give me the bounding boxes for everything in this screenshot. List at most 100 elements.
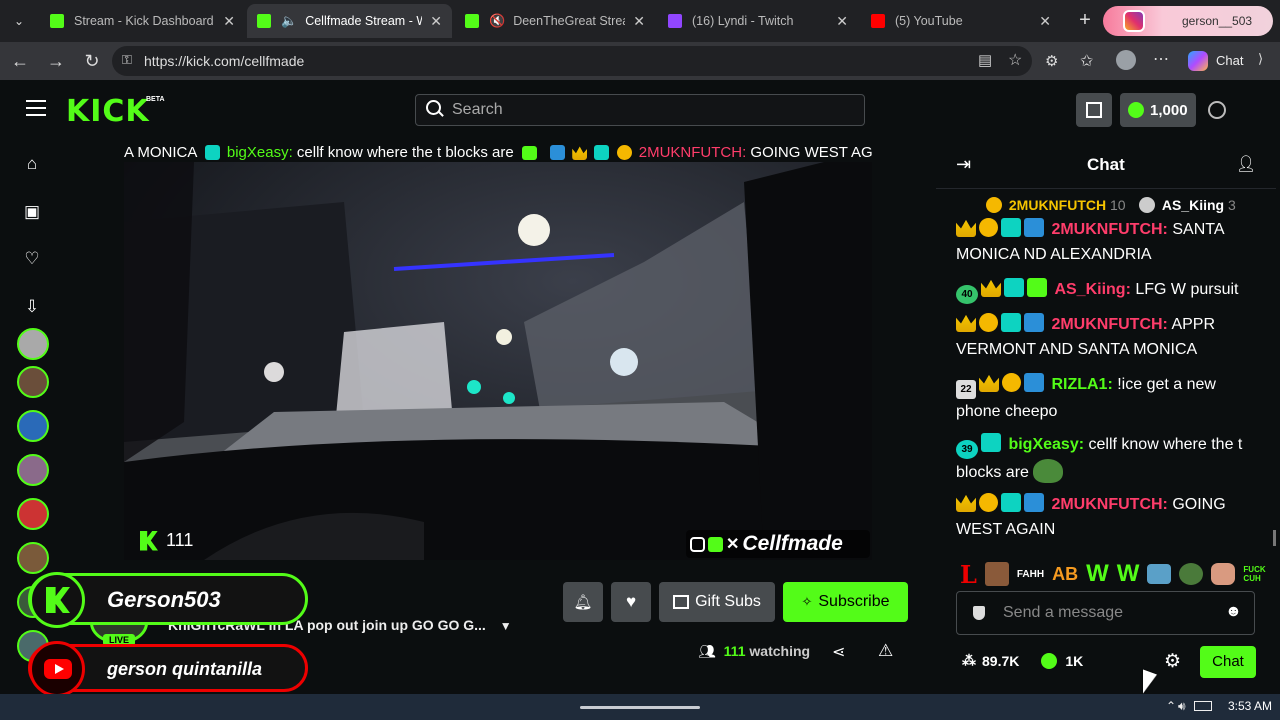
close-icon[interactable]: ✕ <box>223 13 235 30</box>
close-icon[interactable]: ✕ <box>430 13 442 30</box>
tab-title: (16) Lyndi - Twitch <box>692 14 794 28</box>
emote-fuck-cuh[interactable]: FUCK CUH <box>1243 565 1267 583</box>
tab-cellfmade[interactable]: 🔈 Cellfmade Stream - Wa ✕ <box>247 4 452 38</box>
battery-icon[interactable] <box>1194 701 1212 711</box>
kick-logo[interactable]: KICK BETA <box>66 94 165 129</box>
user-menu-icon[interactable] <box>1208 101 1226 119</box>
volume-icon[interactable]: 🔊︎ <box>1178 699 1186 714</box>
emote-fahh[interactable]: FAHH <box>1017 569 1044 580</box>
followed-channel-avatar[interactable] <box>17 454 49 486</box>
sub-badge-icon <box>1004 278 1024 297</box>
chat-username[interactable]: bigXeasy: <box>1008 436 1084 453</box>
notifications-bell-button[interactable]: 🔔︎ <box>563 582 603 622</box>
tab-youtube[interactable]: (5) YouTube ✕ <box>861 4 1061 38</box>
emoji-picker-icon[interactable]: ☻ <box>1225 603 1242 621</box>
reader-mode-icon[interactable]: ▤ <box>978 51 992 69</box>
emote-w[interactable]: W <box>1117 560 1140 588</box>
copilot-icon[interactable] <box>1188 51 1208 71</box>
site-info-icon[interactable]: ⚿ <box>122 52 132 68</box>
watching-label: watching <box>749 643 811 659</box>
close-icon[interactable]: ✕ <box>836 13 848 30</box>
emote-l[interactable]: L <box>960 560 977 589</box>
sidebar-toggle-icon[interactable]: ⟩ <box>1258 51 1263 67</box>
video-player[interactable]: A MONICA bigXeasy: cellf know where the … <box>60 140 936 564</box>
emote-w[interactable]: W <box>1086 560 1109 588</box>
hand-emote-icon[interactable] <box>1211 563 1236 585</box>
tab-deenthegreat[interactable]: 🔇 DeenTheGreat Stream - ✕ <box>455 4 655 38</box>
watching-number: 111 <box>723 643 746 659</box>
copilot-chat-button[interactable]: Chat <box>1216 53 1243 68</box>
crown-badge-icon <box>956 494 976 512</box>
chat-username[interactable]: AS_Kiing: <box>1054 281 1130 298</box>
send-chat-button[interactable]: Chat <box>1200 646 1256 678</box>
youtube-name-banner: gerson quintanilla <box>28 641 308 697</box>
kick-icon <box>465 14 479 28</box>
home-icon[interactable]: ⌂ <box>22 154 42 174</box>
chat-username[interactable]: 2MUKNFUTCH: <box>1051 221 1167 238</box>
chat-username[interactable]: RIZLA1: <box>1051 376 1112 393</box>
favorite-star-icon[interactable]: ☆ <box>1008 50 1022 70</box>
url-field[interactable]: ⚿ https://kick.com/cellfmade ▤ ☆ <box>112 46 1032 76</box>
followed-channel-avatar[interactable] <box>17 542 49 574</box>
more-menu-icon[interactable]: ⋯ <box>1153 49 1169 69</box>
close-icon[interactable]: ✕ <box>1039 13 1051 30</box>
report-warning-icon[interactable]: ⚠ <box>878 641 893 661</box>
followed-channel-avatar[interactable] <box>17 410 49 442</box>
chat-username[interactable]: 2MUKNFUTCH: <box>1051 496 1167 513</box>
back-icon[interactable]: ← <box>9 50 31 72</box>
chat-scrollbar[interactable] <box>1273 530 1276 546</box>
new-tab-button[interactable]: + <box>1074 8 1096 32</box>
top-gifter-name: 2MUKNFUTCH <box>1008 197 1107 213</box>
profile-pill[interactable]: gerson__503 <box>1103 6 1273 36</box>
gift-subs-button[interactable]: Gift Subs <box>659 582 775 622</box>
followed-channel-avatar[interactable] <box>17 366 49 398</box>
sword-badge-icon <box>1024 493 1044 512</box>
subscribe-button[interactable]: ✧ Subscribe <box>783 582 908 622</box>
face-emote-icon[interactable] <box>984 562 1009 586</box>
video-viewer-count: 111 <box>166 530 194 550</box>
top-gifter-count: 10 <box>1110 197 1126 213</box>
pepe-emote-icon <box>1033 459 1064 483</box>
following-heart-icon[interactable]: ♡ <box>22 249 42 269</box>
subscriber-months-badge: 39 <box>956 440 978 459</box>
muted-speaker-icon[interactable]: 🔇 <box>489 13 505 29</box>
extensions-icon[interactable]: ⚙ <box>1045 52 1058 70</box>
chat-message: 40 AS_Kiing: LFG W pursuit <box>956 277 1256 304</box>
chat-settings-gear-icon[interactable]: ⚙ <box>1164 650 1181 673</box>
kicks-balance-button[interactable]: 1,000 <box>1120 93 1196 127</box>
collapse-chat-icon[interactable]: ⇥ <box>956 154 971 175</box>
followed-channel-avatar[interactable] <box>17 498 49 530</box>
taskbar-handle[interactable] <box>580 706 700 709</box>
follow-heart-button[interactable]: ♥ <box>611 582 651 622</box>
download-icon[interactable]: ⇩ <box>22 297 42 317</box>
account-avatar[interactable] <box>1116 50 1136 70</box>
frog-emote-icon[interactable] <box>1179 563 1204 585</box>
share-icon[interactable]: ⋖ <box>832 642 845 662</box>
taskbar-clock[interactable]: 3:53 AM <box>1228 699 1272 713</box>
emote-ab[interactable]: AB <box>1052 564 1078 585</box>
search-input[interactable]: Search <box>415 94 865 126</box>
chevron-down-icon[interactable]: ▼ <box>500 619 512 633</box>
reload-icon[interactable]: ↻ <box>81 50 103 72</box>
chat-username[interactable]: 2MUKNFUTCH: <box>1051 316 1167 333</box>
sparkle-icon: ✧ <box>801 594 813 609</box>
speaker-icon[interactable]: 🔈 <box>281 13 297 29</box>
coin-badge-icon <box>979 313 998 332</box>
chat-message-input[interactable]: Send a message ☻ <box>956 591 1255 635</box>
network-icon[interactable]: ⌃ <box>1166 699 1176 713</box>
car-emote-icon[interactable] <box>1147 564 1172 584</box>
watermark-name: Cellfmade <box>742 532 843 555</box>
favorites-icon[interactable]: ✩ <box>1080 51 1093 71</box>
browse-icon[interactable]: ▣ <box>22 202 42 222</box>
coin-badge-icon <box>979 218 998 237</box>
chat-users-icon[interactable]: 👤︎ <box>1236 154 1256 174</box>
browse-icon-button[interactable] <box>1076 93 1112 127</box>
hamburger-menu-icon[interactable] <box>26 100 46 116</box>
close-icon[interactable]: ✕ <box>633 13 645 30</box>
followed-channel-avatar[interactable] <box>17 328 49 360</box>
tab-kick-dashboard[interactable]: Stream - Kick Dashboard ✕ <box>40 4 245 38</box>
top-gifters-bar: 2MUKNFUTCH 10 AS_Kiing 3 <box>986 197 1276 213</box>
forward-icon[interactable]: → <box>45 50 67 72</box>
tab-actions-button[interactable]: ⌄ <box>8 10 30 32</box>
tab-twitch[interactable]: (16) Lyndi - Twitch ✕ <box>658 4 858 38</box>
